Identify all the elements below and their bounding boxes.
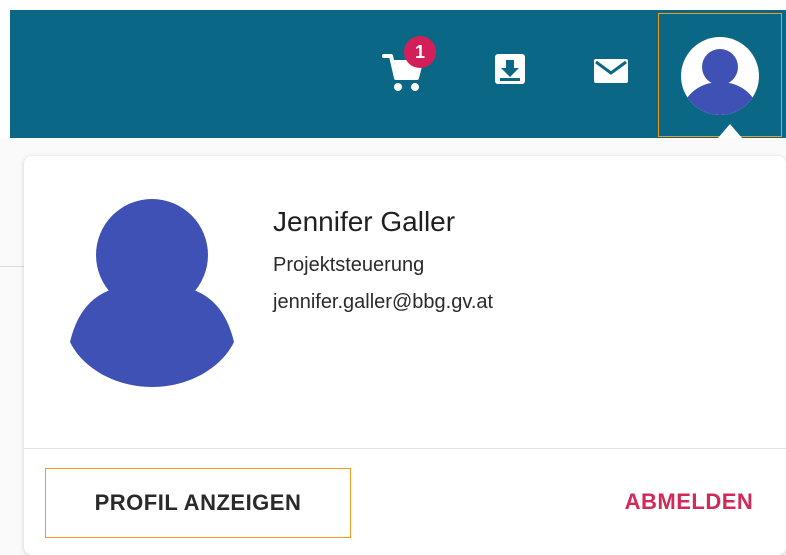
user-avatar-icon — [681, 37, 759, 115]
profile-name: Jennifer Galler — [273, 206, 456, 237]
profile-avatar — [70, 199, 234, 387]
profile-email: jennifer.galler@bbg.gv.at — [273, 291, 494, 313]
profile-role: Projektsteuerung — [273, 254, 425, 276]
cart-count-badge: 1 — [404, 36, 436, 68]
menu-divider — [24, 448, 786, 449]
menu-pointer — [718, 124, 742, 138]
download-icon[interactable] — [493, 52, 527, 86]
logout-button[interactable]: ABMELDEN — [594, 468, 784, 538]
view-profile-button[interactable]: PROFIL ANZEIGEN — [45, 468, 351, 538]
mail-icon[interactable] — [592, 56, 630, 86]
